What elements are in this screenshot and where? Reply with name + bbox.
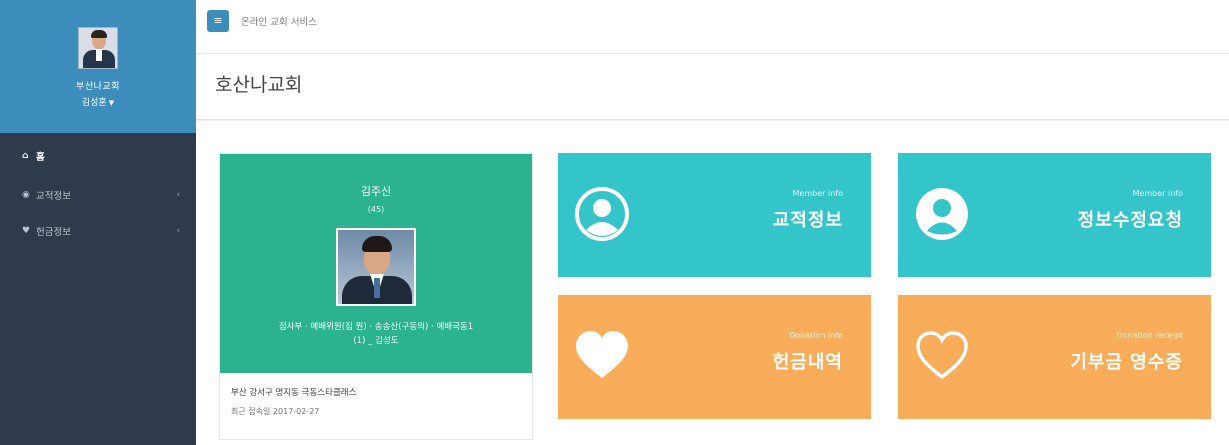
tile-subtitle: Member info bbox=[792, 189, 843, 198]
top-header: ≡ 온라인 교회 서비스 bbox=[196, 0, 1229, 54]
tile-subtitle: Donation info bbox=[789, 331, 843, 340]
profile-photo bbox=[336, 228, 416, 306]
page-header: 호산나교회 bbox=[196, 54, 1229, 120]
tile-subtitle: Donation receipt bbox=[1116, 331, 1183, 340]
profile-detail-line: 집사부 · 예배위원(집 원) · 송송산(구동의) · 예배국동1 bbox=[278, 322, 474, 332]
sidebar-item-label: 헌금정보 bbox=[36, 227, 71, 238]
app-title: 온라인 교회 서비스 bbox=[241, 16, 317, 28]
hamburger-icon: ≡ bbox=[213, 14, 223, 27]
user-name: 김성훈 bbox=[81, 98, 107, 108]
home-icon: ⌂ bbox=[22, 151, 29, 161]
caret-down-icon: ▼ bbox=[108, 99, 115, 107]
avatar[interactable] bbox=[78, 27, 118, 69]
user-name-dropdown[interactable]: 김성훈 ▼ bbox=[82, 95, 114, 108]
user-panel: 부산나교회 김성훈 ▼ bbox=[0, 0, 196, 133]
page-title: 호산나교회 bbox=[215, 74, 303, 96]
profile-detail: 집사부 · 예배위원(집 원) · 송송산(구동의) · 예배국동1 (1) _… bbox=[269, 320, 483, 348]
sidebar-item-donation-info[interactable]: ♥ 헌금정보 ‹ bbox=[0, 213, 196, 249]
user-circle-icon bbox=[575, 187, 629, 241]
profile-card: 김주신 (45) 집사부 · 예배위원(집 원) · 송송산(구동의) · 예배… bbox=[219, 153, 533, 440]
user-church: 부산나교회 bbox=[76, 82, 120, 92]
sidebar-item-member-info[interactable]: ◉ 교적정보 ‹ bbox=[0, 177, 196, 213]
profile-footer: 부산 강서구 명지동 극동스타클래스 최근 접속일 2017-02-27 bbox=[220, 373, 532, 430]
heart-icon: ♥ bbox=[22, 226, 31, 236]
profile-header: 김주신 (45) 집사부 · 예배위원(집 원) · 송송산(구동의) · 예배… bbox=[220, 154, 532, 373]
tile-info-update-request[interactable]: Member info 정보수정요청 bbox=[898, 153, 1211, 277]
sidebar: 부산나교회 김성훈 ▼ ⌂ 홈 ◉ 교적정보 ‹ ♥ 헌금정보 ‹ bbox=[0, 0, 196, 445]
profile-detail-line: (1) _ 김성도 bbox=[353, 336, 399, 346]
sidebar-item-home[interactable]: ⌂ 홈 bbox=[0, 145, 196, 167]
tile-member-info[interactable]: Member info 교적정보 bbox=[558, 153, 871, 277]
heart-icon bbox=[576, 331, 628, 378]
profile-name: 김주신 bbox=[360, 185, 392, 198]
sidebar-toggle-button[interactable]: ≡ bbox=[207, 9, 229, 32]
tile-donation-history[interactable]: Donation info 헌금내역 bbox=[558, 295, 871, 419]
main-content: 김주신 (45) 집사부 · 예배위원(집 원) · 송송산(구동의) · 예배… bbox=[196, 121, 1229, 445]
sidebar-menu: ⌂ 홈 ◉ 교적정보 ‹ ♥ 헌금정보 ‹ bbox=[0, 133, 196, 249]
user-circle-icon bbox=[916, 188, 968, 240]
tile-title: 기부금 영수증 bbox=[1070, 352, 1183, 373]
sidebar-item-label: 홈 bbox=[36, 152, 45, 163]
profile-address: 부산 강서구 명지동 극동스타클래스 bbox=[231, 388, 357, 398]
user-circle-icon: ◉ bbox=[22, 190, 30, 200]
last-login: 최근 접속일 2017-02-27 bbox=[231, 407, 320, 416]
tile-subtitle: Member info bbox=[1132, 189, 1183, 198]
tile-title: 정보수정요청 bbox=[1077, 210, 1183, 231]
tile-donation-receipt[interactable]: Donation receipt 기부금 영수증 bbox=[898, 295, 1211, 419]
sidebar-item-label: 교적정보 bbox=[36, 191, 71, 202]
tile-title: 교적정보 bbox=[772, 210, 843, 231]
tile-title: 헌금내역 bbox=[772, 352, 843, 373]
heart-outline-icon bbox=[916, 331, 968, 380]
chevron-left-icon: ‹ bbox=[176, 226, 180, 236]
chevron-left-icon: ‹ bbox=[176, 190, 180, 200]
profile-role: (45) bbox=[367, 205, 385, 214]
